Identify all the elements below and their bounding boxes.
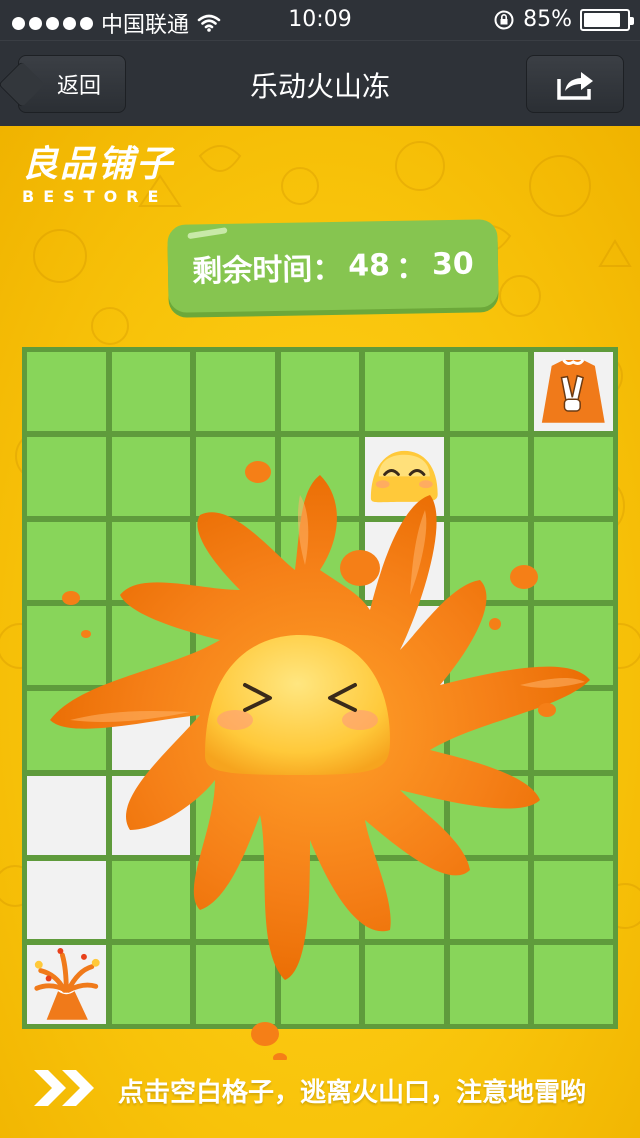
battery-percent: 85% bbox=[523, 7, 572, 32]
board-cell-green[interactable] bbox=[111, 521, 191, 601]
board-cell-green[interactable] bbox=[534, 521, 613, 601]
board-cell-green[interactable] bbox=[449, 775, 529, 855]
board-cell-green[interactable] bbox=[280, 691, 360, 770]
hint-text: 点击空白格子，逃离火山口，注意地雷哟 bbox=[118, 1078, 587, 1108]
board-cell-green[interactable] bbox=[111, 436, 191, 516]
board-cell-green[interactable] bbox=[196, 945, 275, 1024]
board-cell-green[interactable] bbox=[449, 521, 529, 601]
board-cell-green[interactable] bbox=[196, 606, 275, 685]
board-cell-green[interactable] bbox=[111, 606, 191, 685]
status-right: 85% bbox=[493, 7, 634, 32]
logo-main-text: 良品铺子 bbox=[22, 144, 175, 185]
board-cell-green[interactable] bbox=[534, 691, 613, 770]
board-cell-green[interactable] bbox=[27, 352, 106, 431]
board-cell-green[interactable] bbox=[449, 606, 529, 685]
board-cell-green[interactable] bbox=[449, 352, 529, 431]
board-cell-green[interactable] bbox=[27, 691, 106, 770]
board-cell-green[interactable] bbox=[27, 436, 106, 516]
status-bar: 中国联通 10:09 85% bbox=[0, 0, 640, 40]
board-cell-volcano bbox=[27, 945, 106, 1024]
nav-bar: 返回 乐动火山冻 bbox=[0, 40, 640, 126]
board-cell-green[interactable] bbox=[111, 945, 191, 1024]
board-cell-green[interactable] bbox=[534, 606, 613, 685]
board-cell-green[interactable] bbox=[280, 945, 360, 1024]
board-cell-green[interactable] bbox=[534, 945, 613, 1024]
board-cell-green[interactable] bbox=[27, 606, 106, 685]
share-button[interactable] bbox=[526, 55, 624, 113]
board-cell-green[interactable] bbox=[365, 945, 444, 1024]
timer-separator: ： bbox=[395, 250, 427, 286]
board-cell-green[interactable] bbox=[449, 860, 529, 940]
logo-sub-text: BESTORE bbox=[22, 187, 168, 206]
board-cell-white[interactable] bbox=[365, 521, 444, 601]
timer-seconds: 30 bbox=[431, 246, 475, 282]
timer-label: 剩余时间： bbox=[192, 251, 343, 290]
rotation-lock-icon bbox=[494, 10, 514, 29]
board-cell-white[interactable] bbox=[111, 775, 191, 855]
board-cell-green[interactable] bbox=[365, 860, 444, 940]
board-cell-green[interactable] bbox=[365, 352, 444, 431]
board-cell-green[interactable] bbox=[111, 860, 191, 940]
board-cell-green[interactable] bbox=[111, 352, 191, 431]
board-cell-white[interactable] bbox=[111, 691, 191, 770]
board-cell-white[interactable] bbox=[365, 606, 444, 685]
board-cell-green[interactable] bbox=[534, 860, 613, 940]
board-cell-green[interactable] bbox=[280, 606, 360, 685]
board-cell-green[interactable] bbox=[449, 691, 529, 770]
board-cell-green[interactable] bbox=[196, 775, 275, 855]
double-chevron-icon bbox=[34, 1070, 94, 1106]
board-cell-green[interactable] bbox=[196, 691, 275, 770]
board-cell-green[interactable] bbox=[534, 436, 613, 516]
bestore-logo: 良品铺子 BESTORE bbox=[22, 144, 175, 207]
board-cell-green[interactable] bbox=[280, 352, 360, 431]
board-cell-green[interactable] bbox=[280, 775, 360, 855]
happy-blob-icon bbox=[371, 450, 438, 502]
board-cell-green[interactable] bbox=[196, 436, 275, 516]
board-cell-green[interactable] bbox=[534, 775, 613, 855]
board-cell-green[interactable] bbox=[27, 521, 106, 601]
board-cell-green[interactable] bbox=[449, 945, 529, 1024]
game-board bbox=[22, 347, 618, 1029]
board-cell-blob bbox=[365, 436, 444, 516]
board-cell-green[interactable] bbox=[196, 521, 275, 601]
erupting-volcano-icon bbox=[34, 948, 100, 1020]
board-cell-green[interactable] bbox=[196, 352, 275, 431]
timer-minutes: 48 bbox=[347, 247, 391, 284]
victory-volcano-icon bbox=[542, 359, 606, 423]
board-cell-green[interactable] bbox=[365, 775, 444, 855]
board-cell-white[interactable] bbox=[27, 860, 106, 940]
board-cell-white[interactable] bbox=[27, 775, 106, 855]
board-cell-green[interactable] bbox=[280, 521, 360, 601]
share-icon bbox=[557, 72, 593, 100]
board-cell-green[interactable] bbox=[280, 860, 360, 940]
footer-hint: 点击空白格子，逃离火山口，注意地雷哟 bbox=[0, 1062, 640, 1118]
board-cell-goal bbox=[534, 352, 613, 431]
board-cell-green[interactable] bbox=[365, 691, 444, 770]
board-cell-green[interactable] bbox=[196, 860, 275, 940]
board-cell-green[interactable] bbox=[280, 436, 360, 516]
board-cell-green[interactable] bbox=[449, 436, 529, 516]
countdown-timer: 剩余时间： 48 ： 30 bbox=[167, 219, 499, 313]
battery-icon bbox=[580, 8, 634, 31]
